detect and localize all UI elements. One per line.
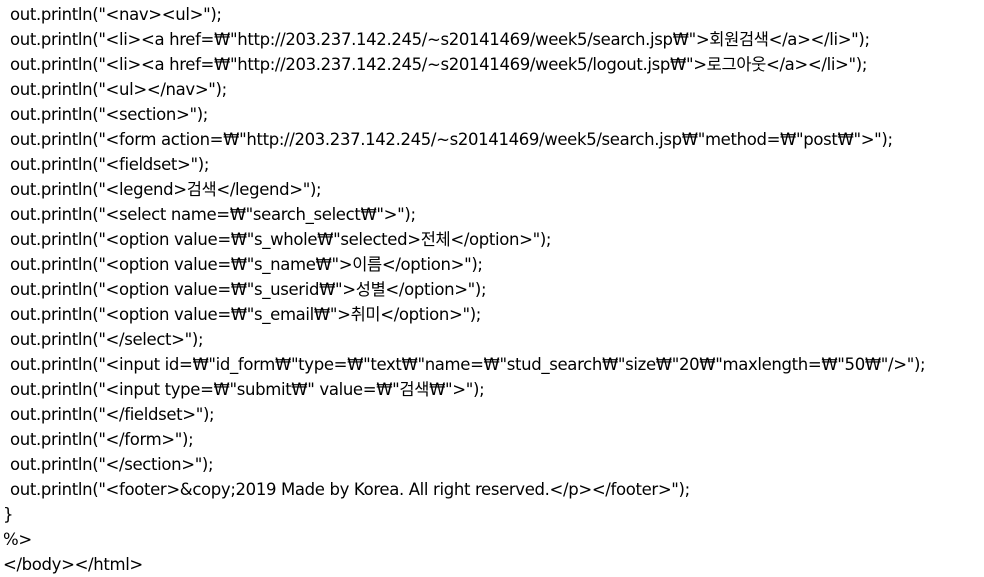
code-view: out.println("<nav><ul>"); out.println("<… [0, 2, 984, 577]
code-line: out.println("<option value=₩"s_email₩">취… [10, 305, 482, 324]
code-line: out.println("<form action=₩"http://203.2… [10, 130, 893, 149]
code-line: out.println("<li><a href=₩"http://203.23… [10, 30, 870, 49]
code-line: out.println("<input type=₩"submit₩" valu… [10, 380, 485, 399]
code-line: out.println("<li><a href=₩"http://203.23… [10, 55, 868, 74]
code-line: out.println("<option value=₩"s_whole₩"se… [10, 230, 552, 249]
code-line: out.println("<legend>검색</legend>"); [10, 180, 322, 199]
code-line: out.println("<input id=₩"id_form₩"type=₩… [10, 355, 926, 374]
code-line: out.println("</fieldset>"); [10, 405, 215, 424]
code-line: out.println("</select>"); [10, 330, 204, 349]
code-line: out.println("<nav><ul>"); [10, 5, 222, 24]
code-line: out.println("<footer>&copy;2019 Made by … [10, 480, 690, 499]
code-line: } [3, 505, 14, 524]
code-line: %> [3, 530, 32, 549]
code-line: out.println("<option value=₩"s_userid₩">… [10, 280, 487, 299]
code-line: out.println("</section>"); [10, 455, 214, 474]
code-line: out.println("<section>"); [10, 105, 209, 124]
code-line: out.println("<ul></nav>"); [10, 80, 227, 99]
code-line: out.println("</form>"); [10, 430, 194, 449]
code-line: out.println("<option value=₩"s_name₩">이름… [10, 255, 483, 274]
code-line: out.println("<select name=₩"search_selec… [10, 205, 416, 224]
code-line: out.println("<fieldset>"); [10, 155, 210, 174]
code-line: </body></html> [3, 555, 143, 574]
